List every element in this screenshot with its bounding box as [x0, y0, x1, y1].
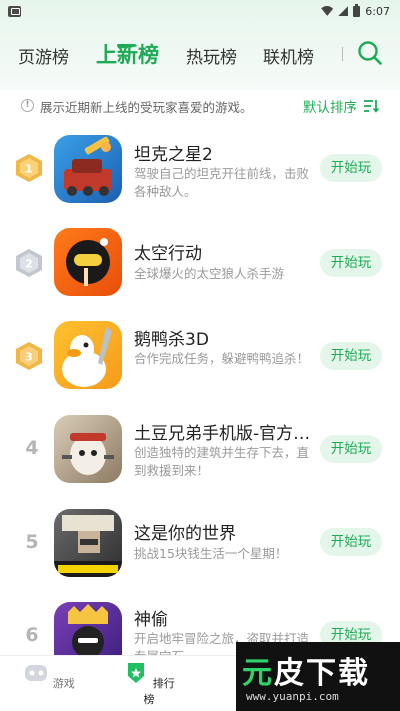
nav-item-games[interactable]: 游戏 [19, 662, 79, 691]
app-name: 坦克之星2 [134, 145, 213, 165]
watermark-text-green: 元 [242, 656, 274, 691]
app-icon[interactable] [54, 415, 122, 483]
rankings-shield-icon [128, 663, 145, 683]
app-name: 神偷 [134, 610, 168, 630]
battery-icon [353, 3, 361, 17]
start-play-button[interactable]: 开始玩 [320, 435, 382, 463]
list-item[interactable]: 3 鹅鸭杀3D 合作完成任务，躲避鸭鸭追杀！ 开始玩 [0, 313, 400, 406]
gamepad-icon [25, 665, 48, 681]
app-description: 全球爆火的太空狼人杀手游 [134, 266, 285, 281]
gold-medal-icon: 1 [16, 154, 42, 182]
nav-label: 游戏 [52, 677, 75, 690]
rank-number: 6 [25, 624, 39, 646]
info-icon: ! [21, 99, 34, 112]
app-name: 土豆兄弟手机版-官方… [134, 424, 311, 444]
app-icon[interactable] [54, 135, 122, 203]
wifi-icon [321, 6, 333, 16]
notification-app-icon [8, 5, 21, 17]
watermark-text-white: 皮下载 [274, 656, 370, 691]
bronze-medal-icon: 3 [16, 342, 42, 370]
app-icon[interactable] [54, 228, 122, 296]
rank-number: 1 [25, 163, 33, 176]
sort-icon [364, 100, 379, 113]
app-name: 鹅鸭杀3D [134, 330, 209, 350]
app-description: 驾驶自己的坦克开往前线，击败各种敌人。 [134, 166, 310, 199]
app-description: 创造独特的建筑并生存下去，直到救援到来！ [134, 445, 310, 478]
rank-number: 5 [25, 531, 39, 553]
tab-web-games[interactable]: 页游榜 [18, 43, 69, 68]
app-name: 太空行动 [134, 244, 202, 264]
start-play-button[interactable]: 开始玩 [320, 154, 382, 182]
watermark-url: www.yuanpi.com [246, 690, 339, 703]
tab-divider [342, 47, 343, 61]
list-item[interactable]: 4 土豆兄弟手机版-官方… 创造独特的建筑并生存下去，直到救援到来！ 开始玩 [0, 407, 400, 500]
info-text: 展示近期新上线的受玩家喜爱的游戏。 [40, 100, 253, 115]
signal-icon [338, 6, 349, 16]
status-time: 6:07 [365, 4, 390, 18]
list-item[interactable]: 1 坦克之星2 驾驶自己的坦克开往前线，击败各种敌人。 开始玩 [0, 128, 400, 221]
app-name: 这是你的世界 [134, 524, 236, 544]
list-item[interactable]: 5 这是你的世界 挑战15块钱生活一个星期！ 开始玩 [0, 500, 400, 593]
app-icon[interactable] [54, 321, 122, 389]
rank-number: 4 [25, 437, 39, 459]
app-description: 挑战15块钱生活一个星期！ [134, 546, 288, 561]
app-icon[interactable] [54, 602, 122, 655]
watermark-logo: 元皮下载 www.yuanpi.com [236, 642, 400, 711]
silver-medal-icon: 2 [16, 249, 42, 277]
search-icon[interactable] [357, 40, 383, 66]
start-play-button[interactable]: 开始玩 [320, 342, 382, 370]
active-tab-indicator [117, 44, 135, 47]
list-item[interactable]: 2 太空行动 全球爆火的太空狼人杀手游 开始玩 [0, 220, 400, 313]
rank-number: 2 [25, 258, 33, 271]
start-play-button[interactable]: 开始玩 [320, 249, 382, 277]
app-icon[interactable] [54, 509, 122, 577]
nav-item-rankings[interactable]: 排行榜 [119, 662, 179, 707]
rank-number: 3 [25, 351, 33, 364]
tab-multiplayer[interactable]: 联机榜 [263, 43, 314, 68]
app-description: 合作完成任务，躲避鸭鸭追杀！ [134, 351, 310, 366]
sort-label: 默认排序 [303, 100, 357, 116]
sort-button[interactable]: 默认排序 [303, 96, 379, 116]
tab-hot[interactable]: 热玩榜 [186, 43, 237, 68]
nav-label: 排行榜 [143, 677, 175, 706]
start-play-button[interactable]: 开始玩 [320, 528, 382, 556]
category-tabs: 页游榜 上新榜 热玩榜 联机榜 [0, 30, 400, 76]
status-bar: 6:07 [0, 0, 400, 22]
